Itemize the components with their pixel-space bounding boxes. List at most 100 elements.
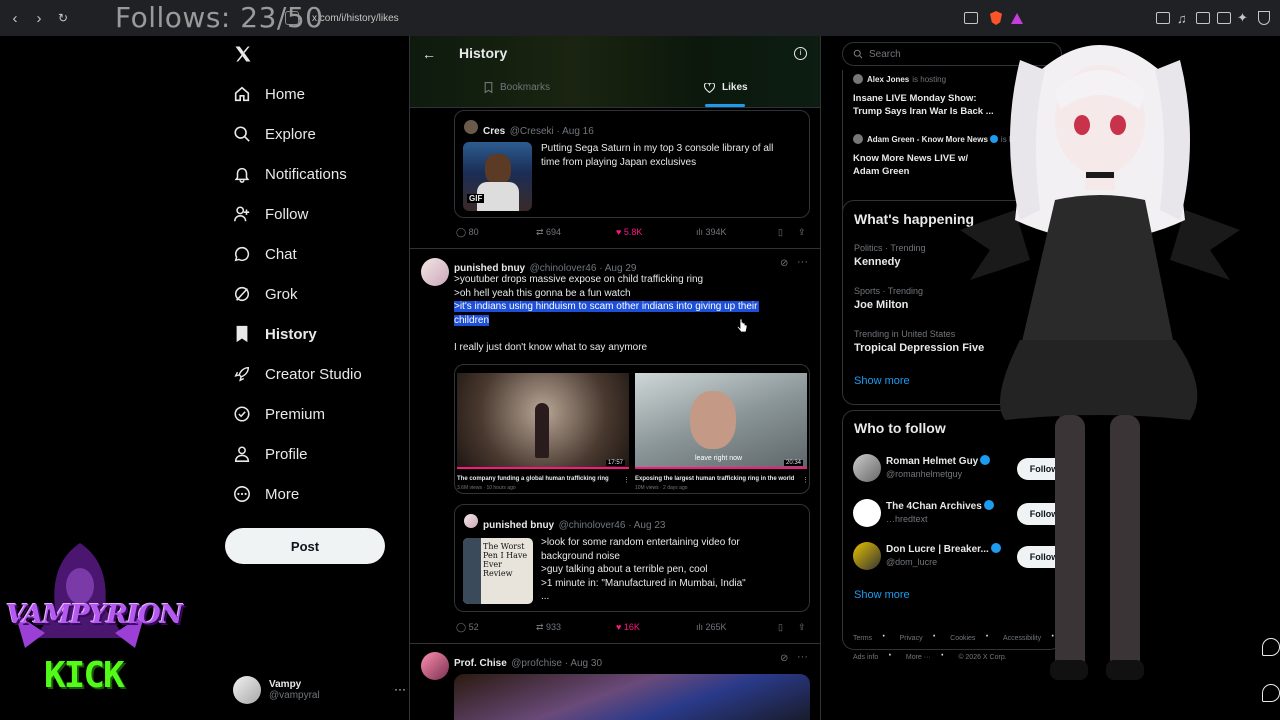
live-title[interactable]: Know More News LIVE w/Adam Green xyxy=(853,152,968,178)
nav-label: More xyxy=(265,485,300,503)
tweet-actions: ◯ 80 ⇄ 694 ♥ 5.8K ılı 394K ▯ ⇪ xyxy=(454,227,810,241)
video-more-icon[interactable]: ⋮ xyxy=(623,476,630,484)
quote-thumbnail[interactable]: The Worst Pen I Have Ever Review xyxy=(463,538,533,604)
avatar[interactable] xyxy=(421,258,449,286)
tweet-actions: ◯ 52 ⇄ 933 ♥ 16K ılı 265K ▯ ⇪ xyxy=(454,622,810,636)
more-icon[interactable]: ··· xyxy=(797,651,808,663)
section-title: What's happening xyxy=(854,211,974,227)
account-more-icon[interactable]: ··· xyxy=(394,682,406,696)
quote-gif[interactable]: GIF xyxy=(463,142,532,211)
nav-chat[interactable]: Chat xyxy=(225,234,405,274)
gif-badge: GIF xyxy=(467,194,485,203)
x-logo-icon[interactable] xyxy=(233,44,255,66)
account-switcher[interactable]: Vampy @vampyral ··· xyxy=(233,674,406,706)
person-icon xyxy=(233,445,251,463)
grok-icon[interactable]: ⊘ xyxy=(780,653,788,664)
tweet-line-selected: children xyxy=(454,314,490,326)
quote-text: Putting Sega Saturn in my top 3 console … xyxy=(541,143,774,154)
show-more-link[interactable]: Show more xyxy=(854,589,910,601)
avatar xyxy=(464,120,478,134)
account-handle: @vampyral xyxy=(269,690,320,701)
footer-link[interactable]: Terms xyxy=(853,635,872,642)
nav-label: Creator Studio xyxy=(265,365,362,383)
nav-more[interactable]: More xyxy=(225,474,405,514)
back-arrow-icon[interactable]: ← xyxy=(422,46,436,62)
tab-label: Bookmarks xyxy=(500,82,551,93)
messages-icon[interactable] xyxy=(1262,684,1280,702)
quote-tweet[interactable]: punished bnuy @chinolover46 · Aug 23 The… xyxy=(454,504,810,612)
show-more-link[interactable]: Show more xyxy=(854,375,910,387)
nav-explore[interactable]: Explore xyxy=(225,114,405,154)
nav-home[interactable]: Home xyxy=(225,74,405,114)
views-button[interactable]: ılı 265K xyxy=(696,622,727,632)
views-button[interactable]: ılı 394K xyxy=(696,227,727,237)
footer-link[interactable]: Ads info xyxy=(853,654,878,661)
trend-item[interactable]: Politics · Trending Kennedy xyxy=(854,243,926,268)
video-more-icon[interactable]: ⋮ xyxy=(802,476,809,484)
post-button[interactable]: Post xyxy=(225,528,385,564)
more-icon[interactable]: ··· xyxy=(797,256,808,268)
tab-bookmarks[interactable]: Bookmarks xyxy=(484,82,550,93)
video-title: The company funding a global human traff… xyxy=(457,476,609,482)
search-icon xyxy=(233,125,251,143)
quote-author: punished bnuy @chinolover46 · Aug 23 xyxy=(483,520,666,531)
nav-label: Home xyxy=(265,85,306,103)
reload-icon[interactable]: ↻ xyxy=(52,11,74,25)
tab-likes[interactable]: Likes xyxy=(704,82,748,93)
video-caption: leave right now xyxy=(695,455,743,462)
nav-label: Notifications xyxy=(265,165,347,183)
nav-premium[interactable]: Premium xyxy=(225,394,405,434)
nav-label: Explore xyxy=(265,125,316,143)
grok-icon[interactable]: ⊘ xyxy=(780,258,788,269)
share-button[interactable]: ⇪ xyxy=(798,227,806,238)
nav-creator-studio[interactable]: Creator Studio xyxy=(225,354,405,394)
kick-logo: KICK xyxy=(44,655,125,696)
address-bar[interactable]: x.com/i/history/likes xyxy=(312,13,399,24)
heart-outline-icon xyxy=(704,82,715,93)
nav-label: History xyxy=(265,325,317,343)
reply-button[interactable]: ◯ 80 xyxy=(456,227,479,238)
footer-link[interactable]: More ··· xyxy=(906,654,931,661)
section-title: Who to follow xyxy=(854,420,946,436)
nav-label: Profile xyxy=(265,445,308,463)
bookmark-button[interactable]: ▯ xyxy=(778,227,783,238)
nav-follow[interactable]: Follow xyxy=(225,194,405,234)
chat-icon[interactable] xyxy=(1262,638,1280,656)
vtuber-avatar xyxy=(960,45,1240,680)
like-button[interactable]: ♥ 16K xyxy=(616,622,640,632)
nav-label: Grok xyxy=(265,285,298,303)
like-button[interactable]: ♥ 5.8K xyxy=(616,227,642,237)
forward-icon[interactable]: › xyxy=(28,10,50,27)
account-name: Vampy xyxy=(269,679,302,690)
video-thumbnail[interactable]: leave right now 20:34 xyxy=(635,373,807,469)
repost-button[interactable]: ⇄ 694 xyxy=(536,227,561,238)
tweet-image[interactable] xyxy=(454,674,810,720)
nav-profile[interactable]: Profile xyxy=(225,434,405,474)
nav-notifications[interactable]: Notifications xyxy=(225,154,405,194)
share-button[interactable]: ⇪ xyxy=(798,622,806,633)
video-duration: 20:34 xyxy=(783,460,803,466)
main-column: ← History i Bookmarks Likes Cres @Cresek… xyxy=(409,36,821,720)
vpn-shield-icon[interactable] xyxy=(1258,11,1270,25)
repost-button[interactable]: ⇄ 933 xyxy=(536,622,561,633)
mouse-cursor-icon xyxy=(736,318,748,333)
trend-item[interactable]: Sports · Trending Joe Milton xyxy=(854,286,923,311)
avatar xyxy=(233,676,261,704)
back-icon[interactable]: ‹ xyxy=(4,10,26,27)
reply-button[interactable]: ◯ 52 xyxy=(456,622,479,633)
nav-label: Chat xyxy=(265,245,297,263)
search-icon xyxy=(853,49,863,59)
nav-grok[interactable]: Grok xyxy=(225,274,405,314)
nav-history[interactable]: History xyxy=(225,314,405,354)
tweet-body: >youtuber drops massive expose on child … xyxy=(454,273,760,327)
bookmark-button[interactable]: ▯ xyxy=(778,622,783,633)
tweet-author: Prof. Chise @profchise · Aug 30 xyxy=(454,658,603,669)
footer-link[interactable]: Privacy xyxy=(900,635,923,642)
info-icon[interactable]: i xyxy=(794,47,807,60)
video-thumbnail[interactable]: 17:57 xyxy=(457,373,629,469)
avatar xyxy=(853,454,881,482)
quote-tweet[interactable]: Cres @Creseki · Aug 16 GIF Putting Sega … xyxy=(454,110,810,218)
home-icon xyxy=(233,85,251,103)
avatar[interactable] xyxy=(421,652,449,680)
grok-icon xyxy=(233,285,251,303)
